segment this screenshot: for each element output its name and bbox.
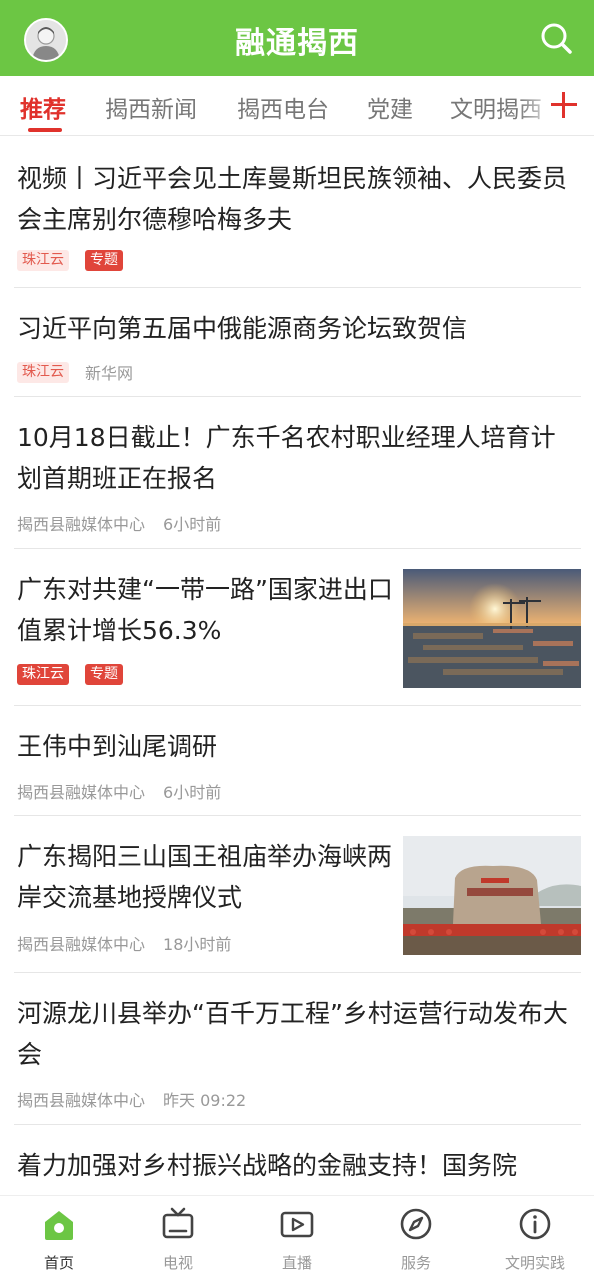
news-item[interactable]: 广东揭阳三山国王祖庙举办海峡两岸交流基地授牌仪式 揭西县融媒体中心 18小时前 xyxy=(14,816,581,973)
news-meta: 揭西县融媒体中心 6小时前 xyxy=(17,511,239,535)
news-time: 18小时前 xyxy=(163,935,232,954)
nav-tv[interactable]: 电视 xyxy=(119,1206,237,1273)
nav-home[interactable]: 首页 xyxy=(0,1206,118,1273)
news-meta: 珠江云 新华网 xyxy=(17,360,151,384)
news-source: 揭西县融媒体中心 xyxy=(17,783,146,802)
news-source: 揭西县融媒体中心 xyxy=(17,515,146,534)
compass-icon xyxy=(400,1208,432,1240)
topic-badge: 专题 xyxy=(85,664,123,685)
live-icon xyxy=(280,1211,314,1238)
news-item[interactable]: 视频丨习近平会见土库曼斯坦民族领袖、人民委员会主席别尔德穆哈梅多夫 珠江云 专题 xyxy=(14,136,581,288)
news-title: 王伟中到汕尾调研 xyxy=(17,732,218,761)
channel-tabs: 推荐 揭西新闻 揭西电台 党建 文明揭西 xyxy=(0,76,594,136)
nav-live[interactable]: 直播 xyxy=(238,1206,356,1273)
news-item[interactable]: 着力加强对乡村振兴战略的金融支持！国务院 xyxy=(14,1125,581,1195)
tab-party-building[interactable]: 党建 xyxy=(367,90,413,124)
bottom-navigation: 首页 电视 直播 服务 文明实践 xyxy=(0,1195,594,1280)
news-title: 10月18日截止！广东千名农村职业经理人培育计划首期班正在报名 xyxy=(17,423,556,493)
news-meta: 揭西县融媒体中心 6小时前 xyxy=(17,779,239,803)
news-feed: 视频丨习近平会见土库曼斯坦民族领袖、人民委员会主席别尔德穆哈梅多夫 珠江云 专题… xyxy=(0,136,594,1195)
nav-label: 服务 xyxy=(400,1254,431,1272)
news-item[interactable]: 河源龙川县举办“百千万工程”乡村运营行动发布大会 揭西县融媒体中心 昨天 09:… xyxy=(14,973,581,1125)
news-title: 着力加强对乡村振兴战略的金融支持！国务院 xyxy=(17,1151,518,1180)
news-title: 河源龙川县举办“百千万工程”乡村运营行动发布大会 xyxy=(17,999,568,1069)
news-meta: 珠江云 专题 xyxy=(17,664,139,685)
nav-service[interactable]: 服务 xyxy=(357,1206,475,1273)
top-bar: 融通揭西 xyxy=(0,0,594,76)
nav-label: 直播 xyxy=(281,1254,312,1272)
source-badge: 珠江云 xyxy=(17,664,69,685)
add-channel-icon[interactable] xyxy=(548,88,580,122)
active-tab-indicator xyxy=(28,128,62,132)
news-title: 广东揭阳三山国王祖庙举办海峡两岸交流基地授牌仪式 xyxy=(17,842,393,912)
nav-label: 电视 xyxy=(162,1254,193,1272)
source-badge: 珠江云 xyxy=(17,361,69,383)
news-item[interactable]: 习近平向第五届中俄能源商务论坛致贺信 珠江云 新华网 xyxy=(14,288,581,397)
news-item[interactable]: 王伟中到汕尾调研 揭西县融媒体中心 6小时前 xyxy=(14,706,581,816)
nav-label: 首页 xyxy=(43,1254,74,1272)
news-title: 视频丨习近平会见土库曼斯坦民族领袖、人民委员会主席别尔德穆哈梅多夫 xyxy=(17,164,568,234)
app-title: 融通揭西 xyxy=(235,26,359,61)
news-time: 昨天 09:22 xyxy=(163,1091,247,1110)
info-icon xyxy=(519,1208,551,1240)
news-time: 6小时前 xyxy=(163,515,222,534)
news-source: 揭西县融媒体中心 xyxy=(17,935,146,954)
news-item[interactable]: 10月18日截止！广东千名农村职业经理人培育计划首期班正在报名 揭西县融媒体中心… xyxy=(14,397,581,549)
news-meta: 揭西县融媒体中心 18小时前 xyxy=(17,931,249,955)
tab-jiexi-news[interactable]: 揭西新闻 xyxy=(105,90,197,124)
news-title: 广东对共建“一带一路”国家进出口值累计增长56.3% xyxy=(17,575,393,645)
news-time: 6小时前 xyxy=(163,783,222,802)
news-meta: 揭西县融媒体中心 昨天 09:22 xyxy=(17,1087,264,1111)
news-source: 新华网 xyxy=(85,364,134,383)
nav-label: 文明实践 xyxy=(504,1254,565,1272)
news-source: 揭西县融媒体中心 xyxy=(17,1091,146,1110)
news-thumbnail xyxy=(403,569,581,688)
news-thumbnail xyxy=(403,836,581,955)
tv-icon xyxy=(162,1207,194,1239)
home-icon xyxy=(45,1211,73,1240)
tab-recommend[interactable]: 推荐 xyxy=(20,90,66,124)
nav-civilization-practice[interactable]: 文明实践 xyxy=(476,1206,594,1273)
news-item[interactable]: 广东对共建“一带一路”国家进出口值累计增长56.3% 珠江云 专题 xyxy=(14,549,581,706)
tab-jiexi-radio[interactable]: 揭西电台 xyxy=(237,90,329,124)
news-meta: 珠江云 专题 xyxy=(17,250,139,271)
topic-badge: 专题 xyxy=(85,250,123,271)
source-badge: 珠江云 xyxy=(17,250,69,271)
news-title: 习近平向第五届中俄能源商务论坛致贺信 xyxy=(17,314,468,343)
search-icon[interactable] xyxy=(538,20,574,56)
